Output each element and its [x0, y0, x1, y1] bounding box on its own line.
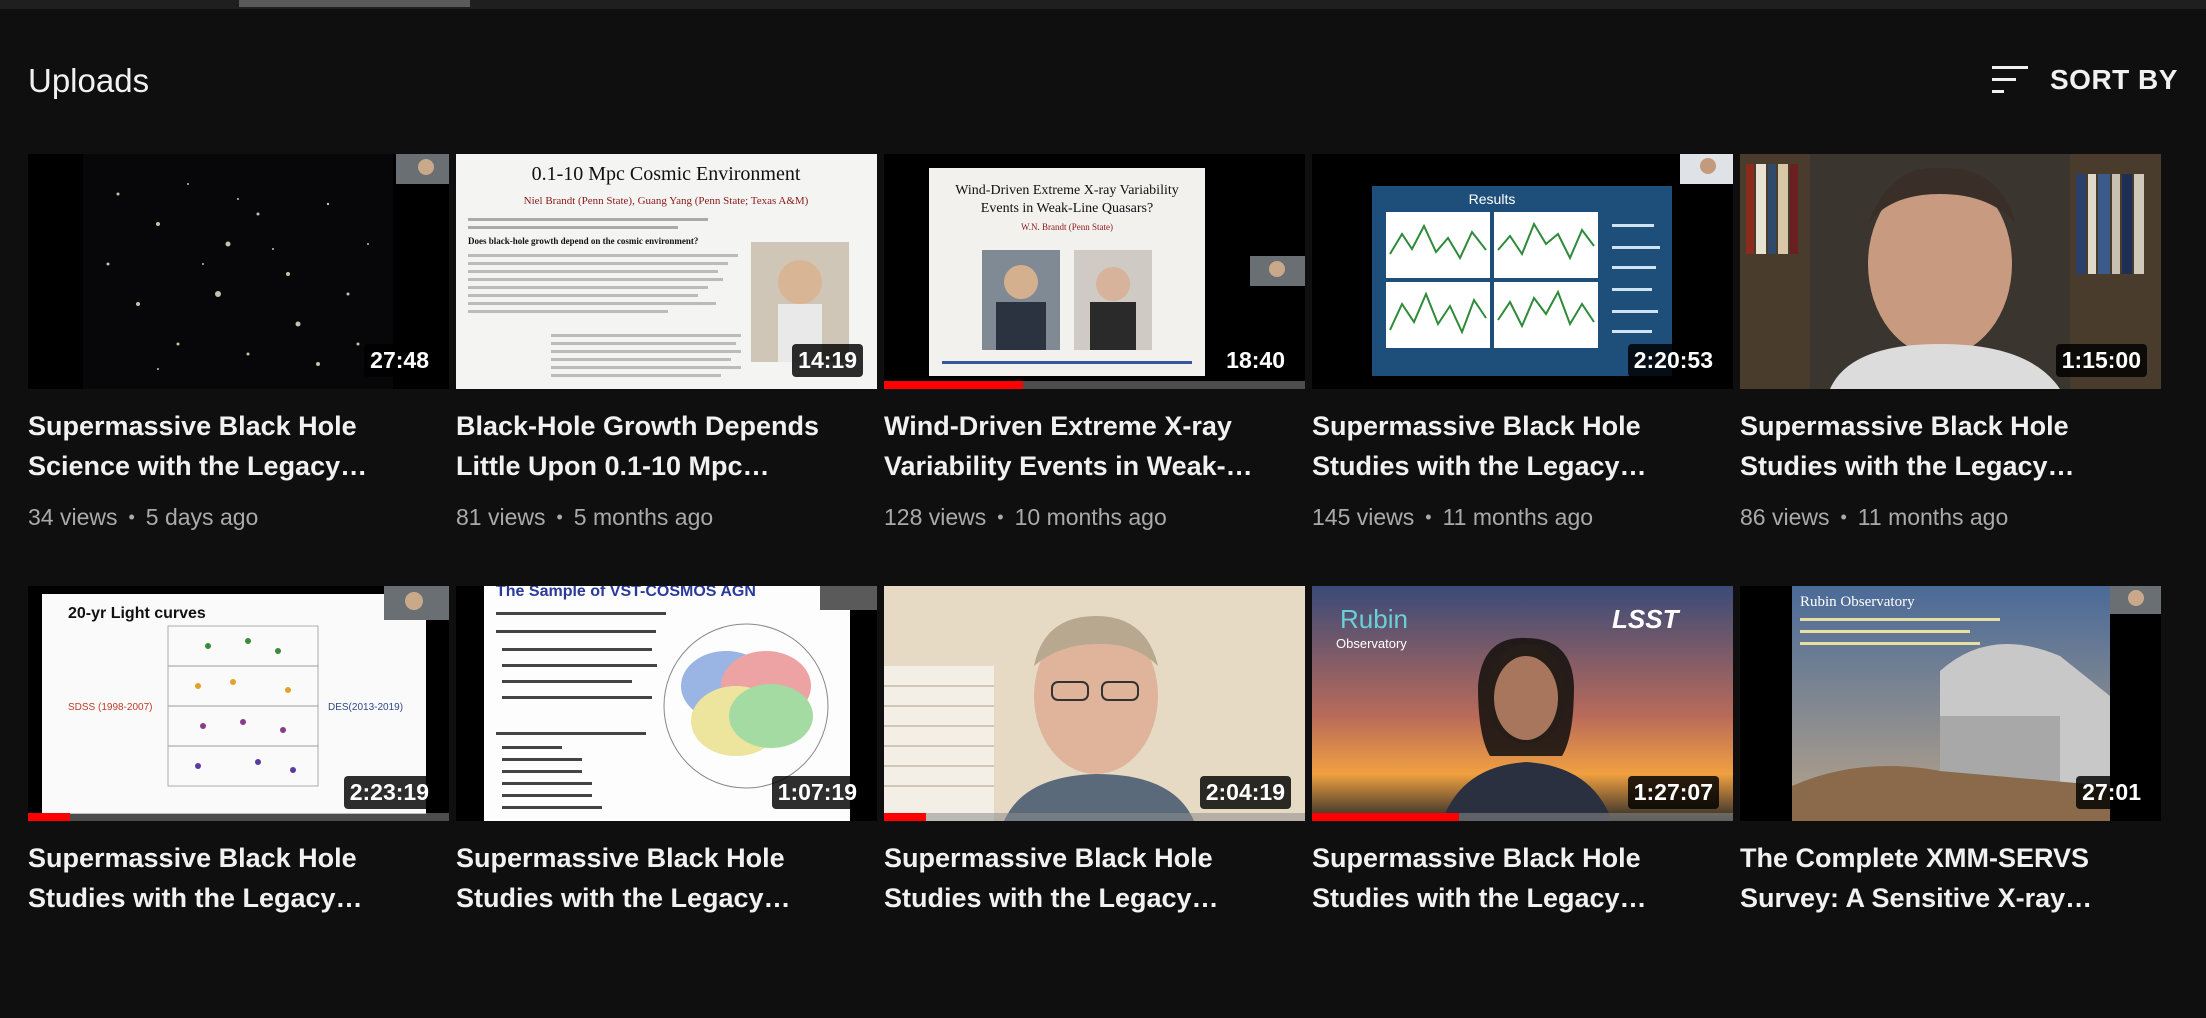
video-card[interactable]: The Sample of VST-COSMOS AGN 1:07:19 Sup…	[456, 586, 877, 1018]
upload-age: 10 months ago	[1014, 504, 1167, 530]
slide-authors: W.N. Brandt (Penn State)	[1021, 222, 1113, 232]
upload-age: 11 months ago	[1857, 504, 2009, 530]
video-duration: 2:20:53	[1627, 344, 1719, 377]
video-duration: 14:19	[792, 344, 863, 377]
video-metadata: 145 views • 11 months ago	[1312, 504, 1733, 531]
video-title[interactable]: Supermassive Black Hole Science with the…	[28, 406, 428, 486]
video-duration: 27:48	[364, 344, 435, 377]
video-thumbnail[interactable]: The Sample of VST-COSMOS AGN 1:07:19	[456, 586, 877, 821]
video-card[interactable]: Rubin Observatory 27:01 The Complete XMM…	[1740, 586, 2161, 1018]
video-thumbnail[interactable]: Rubin Observatory 27:01	[1740, 586, 2161, 821]
video-title[interactable]: Supermassive Black Hole Studies with the…	[456, 838, 856, 918]
video-title[interactable]: Supermassive Black Hole Studies with the…	[1312, 838, 1712, 918]
video-duration: 2:04:19	[1199, 776, 1291, 809]
video-duration: 18:40	[1220, 344, 1291, 377]
view-count: 81 views	[456, 504, 546, 530]
video-card[interactable]: 20-yr Light curves SDSS (1998-2007) DES(…	[28, 586, 449, 1018]
video-card[interactable]: Wind-Driven Extreme X-ray Variability Ev…	[884, 154, 1305, 586]
video-duration: 27:01	[2076, 776, 2147, 809]
sort-icon	[1992, 66, 2028, 93]
watch-progress-fill	[884, 381, 1023, 389]
video-title[interactable]: Black-Hole Growth Depends Little Upon 0.…	[456, 406, 856, 486]
upload-age: 5 days ago	[145, 504, 259, 530]
video-thumbnail[interactable]: 1:15:00	[1740, 154, 2161, 389]
video-title[interactable]: Supermassive Black Hole Studies with the…	[1312, 406, 1712, 486]
video-metadata: 128 views • 10 months ago	[884, 504, 1305, 531]
active-tab-indicator	[239, 0, 470, 7]
slide-subtitle: Observatory	[1336, 636, 1407, 651]
video-thumbnail[interactable]: 0.1-10 Mpc Cosmic Environment Niel Brand…	[456, 154, 877, 389]
video-grid: 27:48 Supermassive Black Hole Science wi…	[28, 154, 2161, 1018]
meta-separator: •	[1840, 507, 1847, 527]
video-card[interactable]: 1:15:00 Supermassive Black Hole Studies …	[1740, 154, 2161, 586]
slide-question: Does black-hole growth depend on the cos…	[468, 236, 698, 246]
video-duration: 1:15:00	[2055, 344, 2147, 377]
slide-title-line-2: Events in Weak-Line Quasars?	[981, 201, 1153, 216]
meta-separator: •	[556, 507, 563, 527]
slide-title: Wind-Driven Extreme X-ray Variability	[955, 183, 1179, 198]
view-count: 34 views	[28, 504, 118, 530]
video-metadata: 34 views • 5 days ago	[28, 504, 449, 531]
video-thumbnail[interactable]: 2:04:19	[884, 586, 1305, 821]
watch-progress-fill	[884, 813, 927, 821]
watch-progress-bar	[1312, 813, 1733, 821]
slide-title: The Sample of VST-COSMOS AGN	[496, 586, 756, 600]
video-duration: 2:23:19	[343, 776, 435, 809]
slide-left-label: SDSS (1998-2007)	[68, 702, 153, 713]
upload-age: 11 months ago	[1442, 504, 1594, 530]
watch-progress-fill	[1312, 813, 1460, 821]
upload-age: 5 months ago	[573, 504, 714, 530]
slide-title: Results	[1469, 191, 1516, 207]
sort-by-label: SORT BY	[2050, 64, 2178, 95]
meta-separator: •	[128, 507, 135, 527]
video-title[interactable]: Supermassive Black Hole Studies with the…	[1740, 406, 2140, 486]
section-title: Uploads	[28, 62, 150, 99]
slide-title: Rubin	[1340, 604, 1408, 634]
video-title[interactable]: Supermassive Black Hole Studies with the…	[884, 838, 1284, 918]
video-title[interactable]: Wind-Driven Extreme X-ray Variability Ev…	[884, 406, 1284, 486]
video-thumbnail[interactable]: Wind-Driven Extreme X-ray Variability Ev…	[884, 154, 1305, 389]
video-title[interactable]: The Complete XMM-SERVS Survey: A Sensiti…	[1740, 838, 2140, 918]
view-count: 145 views	[1312, 504, 1415, 530]
meta-separator: •	[997, 507, 1004, 527]
watch-progress-fill	[28, 813, 71, 821]
video-duration: 1:27:07	[1627, 776, 1719, 809]
video-card[interactable]: 27:48 Supermassive Black Hole Science wi…	[28, 154, 449, 586]
slide-authors: Niel Brandt (Penn State), Guang Yang (Pe…	[524, 195, 809, 207]
video-duration: 1:07:19	[771, 776, 863, 809]
meta-separator: •	[1425, 507, 1432, 527]
view-count: 128 views	[884, 504, 987, 530]
slide-logo: LSST	[1612, 604, 1681, 634]
video-card[interactable]: Results 2:20:53 Supermassive Black Hole …	[1312, 154, 1733, 586]
video-metadata: 86 views • 11 months ago	[1740, 504, 2161, 531]
slide-title: Rubin Observatory	[1800, 594, 1915, 610]
video-thumbnail[interactable]: 27:48	[28, 154, 449, 389]
slide-right-label: DES(2013-2019)	[328, 702, 403, 713]
video-card[interactable]: Rubin Observatory LSST 1:27:07 Supermass…	[1312, 586, 1733, 1018]
watch-progress-bar	[884, 813, 1305, 821]
view-count: 86 views	[1740, 504, 1830, 530]
video-metadata: 81 views • 5 months ago	[456, 504, 877, 531]
video-card[interactable]: 2:04:19 Supermassive Black Hole Studies …	[884, 586, 1305, 1018]
slide-title: 0.1-10 Mpc Cosmic Environment	[532, 163, 801, 185]
video-card[interactable]: 0.1-10 Mpc Cosmic Environment Niel Brand…	[456, 154, 877, 586]
video-title[interactable]: Supermassive Black Hole Studies with the…	[28, 838, 428, 918]
channel-tab-bar	[0, 0, 2206, 9]
video-thumbnail[interactable]: Rubin Observatory LSST 1:27:07	[1312, 586, 1733, 821]
sort-by-button[interactable]: SORT BY	[1992, 58, 2178, 102]
slide-title: 20-yr Light curves	[68, 605, 206, 622]
video-thumbnail[interactable]: 20-yr Light curves SDSS (1998-2007) DES(…	[28, 586, 449, 821]
watch-progress-bar	[28, 813, 449, 821]
watch-progress-bar	[884, 381, 1305, 389]
video-thumbnail[interactable]: Results 2:20:53	[1312, 154, 1733, 389]
